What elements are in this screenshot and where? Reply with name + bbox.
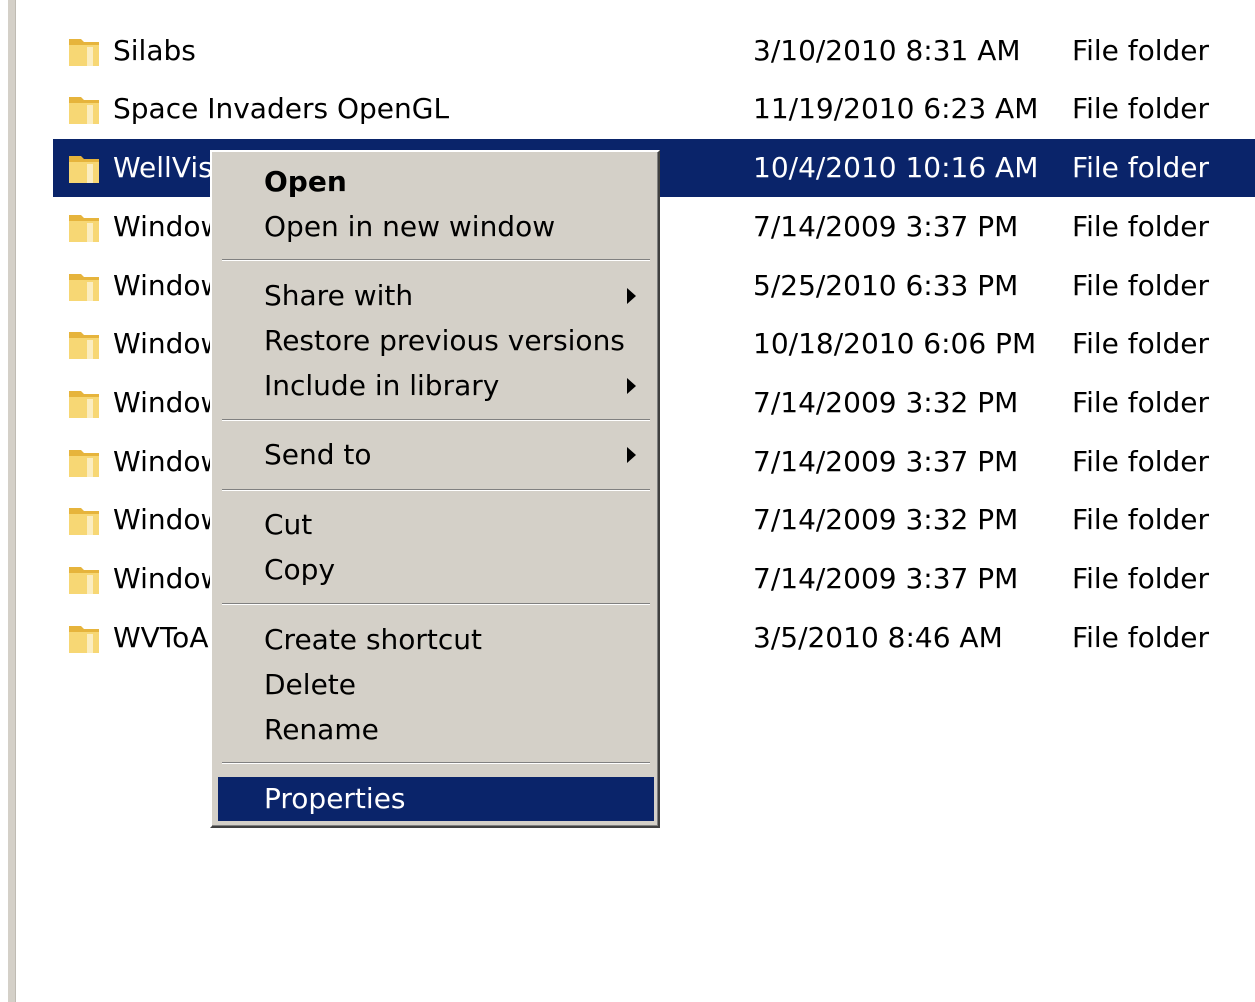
submenu-arrow-icon [627, 378, 636, 394]
folder-icon [69, 332, 99, 359]
file-type: File folder [1072, 210, 1210, 243]
file-date: 10/18/2010 6:06 PM [753, 327, 1037, 360]
folder-icon [69, 567, 99, 594]
menu-item-copy[interactable]: Copy [218, 548, 654, 592]
menu-item-label: Send to [264, 438, 372, 471]
menu-item-rename[interactable]: Rename [218, 708, 654, 752]
menu-item-create-shortcut[interactable]: Create shortcut [218, 618, 654, 662]
menu-item-label: Properties [264, 782, 406, 815]
menu-item-share-with[interactable]: Share with [218, 274, 654, 318]
file-type: File folder [1072, 34, 1210, 67]
file-row-silabs[interactable]: Silabs 3/10/2010 8:31 AM File folder [53, 22, 1255, 80]
file-name: Space Invaders OpenGL [113, 92, 450, 125]
file-name: Window [113, 327, 224, 360]
file-name: WVToAl [113, 621, 217, 654]
file-name: Silabs [113, 34, 196, 67]
menu-item-label: Include in library [264, 369, 500, 402]
menu-item-cut[interactable]: Cut [218, 503, 654, 547]
menu-item-label: Cut [264, 508, 313, 541]
menu-item-delete[interactable]: Delete [218, 663, 654, 707]
file-type: File folder [1072, 151, 1210, 184]
file-date: 7/14/2009 3:32 PM [753, 386, 1019, 419]
file-date: 5/25/2010 6:33 PM [753, 269, 1019, 302]
window-left-border [8, 0, 16, 1002]
menu-separator [222, 762, 650, 764]
menu-item-label: Share with [264, 279, 414, 312]
folder-icon [69, 215, 99, 242]
file-type: File folder [1072, 386, 1210, 419]
file-type: File folder [1072, 445, 1210, 478]
file-type: File folder [1072, 269, 1210, 302]
file-name: WellVisi [113, 151, 221, 184]
menu-item-restore-previous-versions[interactable]: Restore previous versions [218, 319, 654, 363]
context-menu: Open Open in new window Share with Resto… [210, 150, 660, 828]
file-type: File folder [1072, 621, 1210, 654]
folder-icon [69, 508, 99, 535]
folder-icon [69, 156, 99, 183]
file-date: 10/4/2010 10:16 AM [753, 151, 1039, 184]
file-date: 7/14/2009 3:37 PM [753, 562, 1019, 595]
folder-icon [69, 450, 99, 477]
menu-item-label: Copy [264, 553, 336, 586]
file-type: File folder [1072, 327, 1210, 360]
file-type: File folder [1072, 92, 1210, 125]
menu-item-label: Open [264, 165, 347, 198]
file-date: 11/19/2010 6:23 AM [753, 92, 1039, 125]
submenu-arrow-icon [627, 447, 636, 463]
file-name: Window [113, 562, 224, 595]
file-name: Window [113, 269, 224, 302]
file-name: Window [113, 503, 224, 536]
submenu-arrow-icon [627, 288, 636, 304]
folder-icon [69, 39, 99, 66]
file-name: Window [113, 445, 224, 478]
menu-item-open[interactable]: Open [218, 160, 654, 204]
menu-item-send-to[interactable]: Send to [218, 433, 654, 477]
file-date: 7/14/2009 3:32 PM [753, 503, 1019, 536]
folder-icon [69, 391, 99, 418]
folder-icon [69, 626, 99, 653]
menu-item-open-new-window[interactable]: Open in new window [218, 205, 654, 249]
menu-item-properties[interactable]: Properties [218, 777, 654, 821]
file-date: 7/14/2009 3:37 PM [753, 445, 1019, 478]
file-name: Window [113, 210, 224, 243]
menu-separator [222, 419, 650, 421]
file-date: 7/14/2009 3:37 PM [753, 210, 1019, 243]
file-date: 3/5/2010 8:46 AM [753, 621, 1003, 654]
menu-separator [222, 489, 650, 491]
menu-item-label: Delete [264, 668, 356, 701]
menu-item-label: Restore previous versions [264, 324, 625, 357]
file-row-space-invaders[interactable]: Space Invaders OpenGL 11/19/2010 6:23 AM… [53, 80, 1255, 138]
folder-icon [69, 97, 99, 124]
menu-item-label: Rename [264, 713, 379, 746]
folder-icon [69, 274, 99, 301]
menu-item-label: Create shortcut [264, 623, 483, 656]
menu-separator [222, 603, 650, 605]
menu-item-include-in-library[interactable]: Include in library [218, 364, 654, 408]
file-type: File folder [1072, 503, 1210, 536]
file-name: Window [113, 386, 224, 419]
file-date: 3/10/2010 8:31 AM [753, 34, 1021, 67]
file-type: File folder [1072, 562, 1210, 595]
partial-row-above [53, 0, 1255, 4]
menu-item-label: Open in new window [264, 210, 556, 243]
menu-separator [222, 259, 650, 261]
